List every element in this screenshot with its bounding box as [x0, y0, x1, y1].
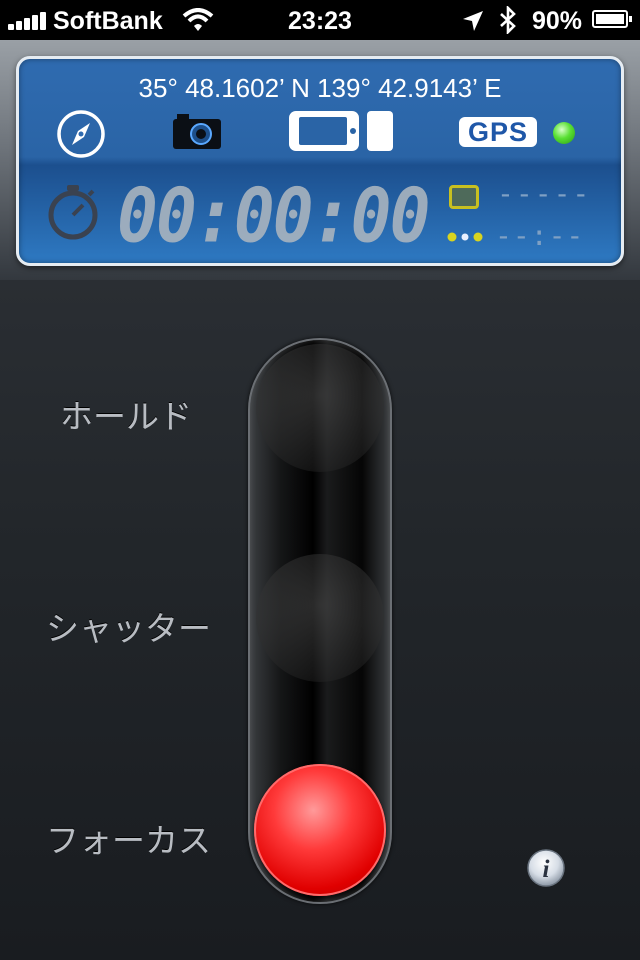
- bluetooth-icon: [500, 6, 516, 34]
- frame-icon: [449, 185, 479, 209]
- hold-label: ホールド: [60, 398, 192, 435]
- compass-icon[interactable]: [56, 109, 106, 159]
- frame-count: -----: [497, 177, 592, 210]
- elapsed-time: --:--: [495, 219, 585, 252]
- shutter-area: ホールド シャッター フォーカス i: [0, 280, 640, 960]
- camera-icon[interactable]: [171, 111, 223, 151]
- location-arrow-icon: [463, 11, 483, 31]
- info-icon-glyph: i: [543, 856, 550, 883]
- shutter-stop[interactable]: [256, 554, 384, 682]
- dots-icon: [447, 232, 483, 242]
- focus-label: フォーカス: [46, 822, 211, 859]
- info-icon[interactable]: i: [526, 848, 566, 888]
- gps-label: GPS: [459, 117, 537, 147]
- phone-landscape-icon[interactable]: [287, 109, 395, 153]
- stopwatch-icon[interactable]: [45, 183, 101, 241]
- status-bar: SoftBank 23:23 90%: [0, 0, 640, 40]
- shutter-label: シャッター: [46, 610, 211, 647]
- shutter-slider-track[interactable]: [248, 338, 392, 904]
- gps-status-indicator: [553, 122, 575, 144]
- gps-coordinates: 35° 48.1602’ N 139° 42.9143’ E: [138, 73, 502, 103]
- battery-percent: 90%: [532, 7, 583, 35]
- battery-icon: [592, 10, 632, 28]
- hold-stop[interactable]: [256, 344, 384, 472]
- gps-status-panel: 35° 48.1602’ N 139° 42.9143’ E GPS 00:00…: [16, 56, 624, 266]
- timer-readout: 00:00:00: [117, 173, 431, 260]
- shutter-slider-knob[interactable]: [254, 764, 386, 896]
